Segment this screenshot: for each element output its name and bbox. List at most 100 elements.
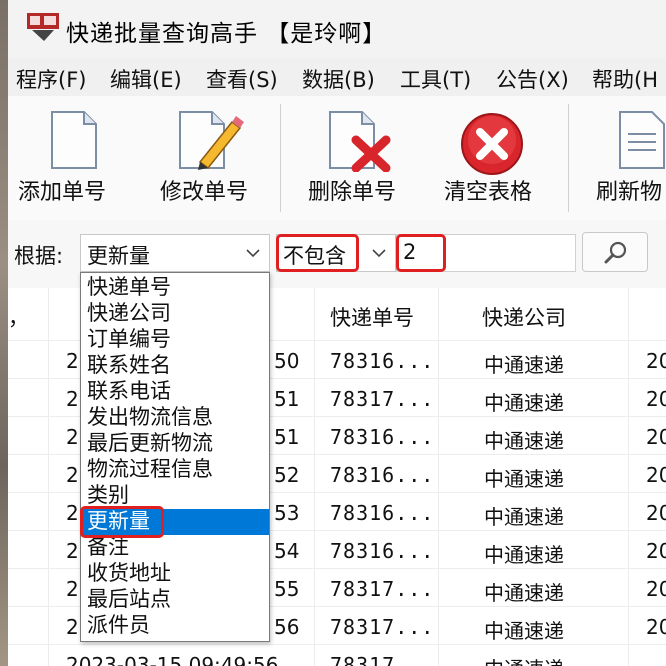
row-tracking-cell: 78317: [330, 653, 396, 666]
search-icon: [604, 241, 627, 264]
row-extra-cell: 20: [646, 615, 666, 639]
field-select[interactable]: 更新量: [80, 234, 270, 272]
desktop-background-strip: [0, 0, 8, 666]
row-company-cell: 中通速递: [484, 429, 564, 453]
selected-option-highlight-box: [80, 506, 164, 538]
dropdown-option[interactable]: 快递单号: [81, 275, 269, 301]
toolbar-separator: [568, 104, 569, 212]
menu-help[interactable]: 帮助(H: [592, 64, 658, 94]
app-window: 快递批量查询高手 【是玲啊】 程序(F) 编辑(E) 查看(S) 数据(B) 工…: [8, 0, 666, 666]
dropdown-option[interactable]: 订单编号: [81, 327, 269, 353]
document-lines-icon: [619, 111, 665, 169]
row-company-cell: 中通速递: [484, 505, 564, 529]
toolbar: 添加单号 修改单号 删除单号 清空表格 刷新物: [8, 96, 666, 221]
row-extra-cell: 20: [646, 387, 666, 411]
edit-number-label: 修改单号: [160, 180, 249, 205]
add-number-label: 添加单号: [18, 180, 107, 205]
delete-number-label: 删除单号: [308, 180, 397, 205]
delete-number-button[interactable]: 删除单号: [298, 96, 418, 220]
refresh-logistics-button[interactable]: 刷新物: [582, 96, 666, 220]
refresh-logistics-label: 刷新物: [596, 180, 663, 205]
row-company-cell: 中通速递: [484, 353, 564, 377]
document-icon: [51, 111, 97, 169]
row-time-cell: 54: [274, 539, 300, 563]
row-extra-cell: 20: [646, 577, 666, 601]
row-time-cell: 51: [274, 425, 300, 449]
keyword-highlight-box: [396, 234, 446, 272]
row-datetime-cell: 2: [66, 501, 79, 525]
title-bar[interactable]: 快递批量查询高手 【是玲啊】: [8, 0, 666, 58]
row-company-cell: 中通速递: [484, 619, 564, 643]
row-tracking-cell: 78316...: [330, 349, 435, 373]
row-extra-cell: 20: [646, 425, 666, 449]
dropdown-option[interactable]: 最后站点: [81, 587, 269, 613]
row-datetime-cell: 2: [66, 577, 79, 601]
dropdown-option[interactable]: 发出物流信息: [81, 405, 269, 431]
dropdown-option[interactable]: 物流过程信息: [81, 457, 269, 483]
menu-view[interactable]: 查看(S): [206, 64, 278, 94]
row-extra-cell: 20: [646, 349, 666, 373]
row-company-cell: 中通速递: [484, 653, 564, 666]
field-dropdown-list[interactable]: 快递单号 快递公司 订单编号 联系姓名 联系电话 发出物流信息 最后更新物流 物…: [80, 272, 270, 642]
clear-table-button[interactable]: 清空表格: [440, 96, 560, 220]
row-company-cell: 中通速递: [484, 543, 564, 567]
add-number-button[interactable]: 添加单号: [14, 96, 124, 220]
menu-data[interactable]: 数据(B): [302, 64, 375, 94]
row-company-cell: 中通速递: [484, 581, 564, 605]
clear-table-label: 清空表格: [444, 180, 533, 205]
row-company-cell: 中通速递: [484, 391, 564, 415]
document-pencil-icon: [179, 111, 244, 170]
row-tracking-cell: 78316...: [330, 425, 435, 449]
row-datetime-cell: 2: [66, 387, 79, 411]
row-datetime-cell: 2: [66, 463, 79, 487]
row-tracking-cell: 78316...: [330, 463, 435, 487]
row-datetime-cell: 2: [66, 615, 79, 639]
row-time-cell: 52: [274, 463, 300, 487]
row-time-cell: 53: [274, 501, 300, 525]
document-delete-icon: [329, 111, 391, 172]
dropdown-option[interactable]: 快递公司: [81, 301, 269, 327]
dropdown-option[interactable]: 收货地址: [81, 561, 269, 587]
dropdown-option[interactable]: 备注: [81, 535, 269, 561]
toolbar-separator: [280, 104, 281, 212]
row-extra-cell: 20: [646, 539, 666, 563]
row-time-cell: 50: [274, 349, 300, 373]
condition-highlight-box: [276, 234, 359, 272]
chevron-down-icon: [246, 249, 260, 258]
row-tracking-cell: 78317...: [330, 577, 435, 601]
row-tracking-cell: 78317...: [330, 387, 435, 411]
row-tracking-cell: 78316...: [330, 501, 435, 525]
row-extra-cell: 20: [646, 463, 666, 487]
row-time-cell: 55: [274, 577, 300, 601]
edit-number-button[interactable]: 修改单号: [156, 96, 266, 220]
menu-notice[interactable]: 公告(X): [496, 64, 569, 94]
menu-program[interactable]: 程序(F): [16, 64, 86, 94]
dropdown-option[interactable]: 联系姓名: [81, 353, 269, 379]
clear-x-circle-icon: [461, 113, 523, 175]
field-select-value: 更新量: [87, 244, 150, 268]
row-time-cell: 51: [274, 387, 300, 411]
menu-bar: 程序(F) 编辑(E) 查看(S) 数据(B) 工具(T) 公告(X) 帮助(H: [8, 58, 666, 96]
menu-tools[interactable]: 工具(T): [400, 64, 471, 94]
column-header-company[interactable]: 快递公司: [482, 302, 566, 332]
filter-label: 根据:: [14, 244, 64, 268]
window-title: 快递批量查询高手 【是玲啊】: [66, 21, 387, 47]
column-header-left[interactable]: ，: [8, 302, 29, 332]
menu-edit[interactable]: 编辑(E): [110, 64, 182, 94]
row-datetime-cell: 2: [66, 349, 79, 373]
dropdown-option[interactable]: 联系电话: [81, 379, 269, 405]
row-datetime-cell: 2: [66, 425, 79, 449]
row-tracking-cell: 78317...: [330, 615, 435, 639]
row-company-cell: 中通速递: [484, 467, 564, 491]
chevron-down-icon: [372, 249, 386, 258]
app-logo-icon: [27, 13, 59, 41]
row-datetime-cell: 2023-03-15 09:49:56: [66, 653, 279, 666]
table-row[interactable]: 2023-03-15 09:49:56 78317 中通速递: [8, 644, 666, 666]
dropdown-option[interactable]: 派件员: [81, 613, 269, 639]
row-datetime-cell: 2: [66, 539, 79, 563]
dropdown-option[interactable]: 最后更新物流: [81, 431, 269, 457]
column-header-tracking[interactable]: 快递单号: [330, 302, 414, 332]
row-tracking-cell: 78316...: [330, 539, 435, 563]
row-extra-cell: 20: [646, 501, 666, 525]
search-button[interactable]: [582, 232, 648, 272]
